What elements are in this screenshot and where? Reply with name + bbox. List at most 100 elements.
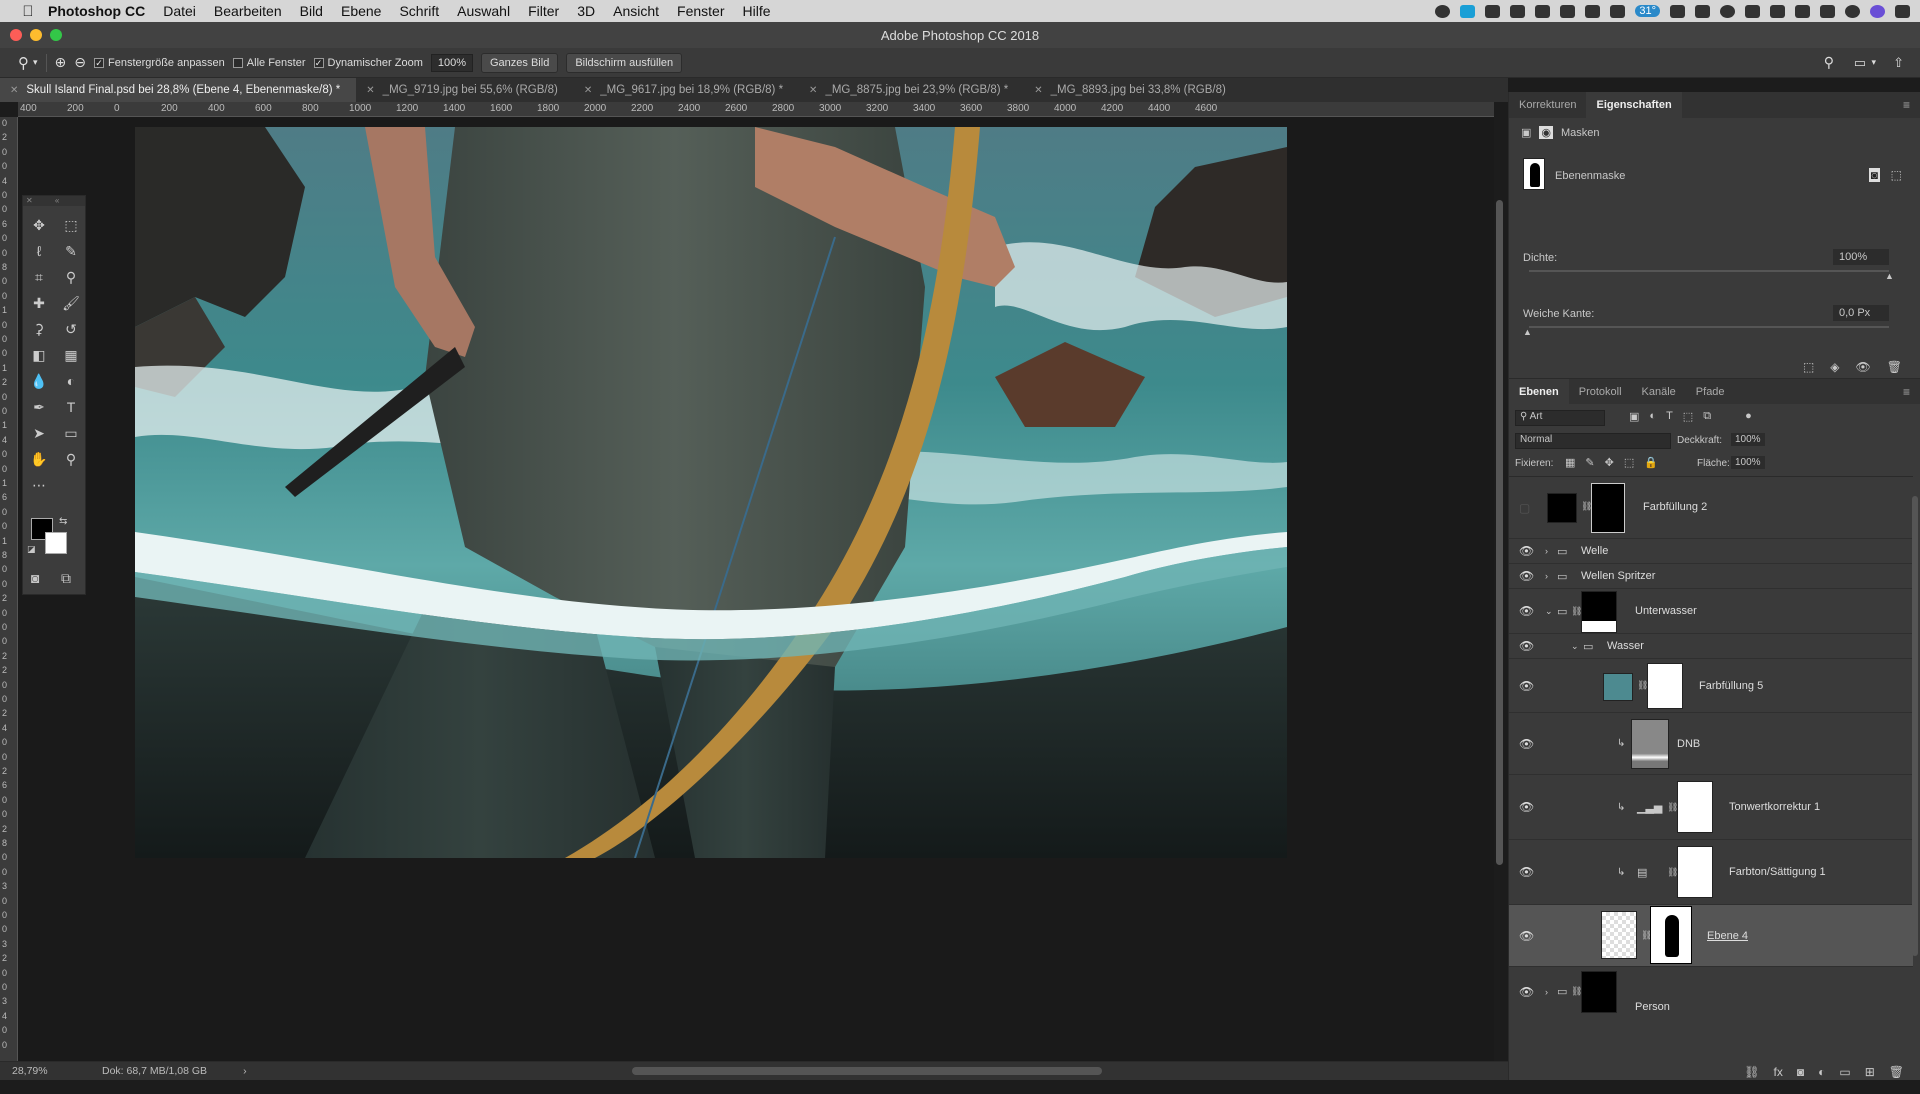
menu-datei[interactable]: Datei [163,3,196,19]
layer-row[interactable]: 👁 ⌄ ▭ ⛓ Unterwasser [1509,589,1913,634]
mask-icon[interactable]: ◉ [1539,126,1554,139]
layer-row-selected[interactable]: 👁 ⛓ Ebene 4 [1509,905,1913,967]
menu-schrift[interactable]: Schrift [399,3,439,19]
new-layer-icon[interactable]: ⊞ [1865,1065,1875,1079]
wifi-icon[interactable] [1770,4,1785,18]
horizontal-scrollbar[interactable] [632,1067,1102,1075]
feather-slider-track[interactable] [1529,326,1889,328]
swap-colors-icon[interactable]: ⇆ [59,516,67,527]
close-window-button[interactable] [10,29,22,41]
screen-mode-icon[interactable]: ⧉ [61,570,71,587]
vertical-scrollbar[interactable] [1496,200,1503,865]
canvas-area[interactable] [18,117,1494,1061]
eyedropper-tool-icon[interactable]: ⚲ [55,264,87,290]
expand-chevron-icon[interactable]: ⌄ [1545,606,1553,617]
zoom-level[interactable]: 28,79% [12,1065,92,1077]
toggle-mask-icon[interactable]: 👁 [1856,360,1871,374]
blur-tool-icon[interactable]: 💧 [23,368,55,394]
zoom-tool-icon[interactable]: ⚲ [55,446,87,472]
panel-menu-icon[interactable]: ≡ [1903,385,1910,399]
brush-tool-icon[interactable]: 🖌 [55,290,87,316]
bluetooth-icon[interactable] [1745,4,1760,18]
close-tab-icon[interactable]: ✕ [1034,85,1042,96]
menu-filter[interactable]: Filter [528,3,559,19]
tab-skull-island[interactable]: ✕ Skull Island Final.psd bei 28,8% (Ebene… [0,78,357,102]
quick-mask-icon[interactable]: ◙ [31,570,39,586]
density-field[interactable]: 100% [1833,249,1889,265]
apple-icon[interactable]:  [8,3,48,20]
expand-chevron-icon[interactable]: › [1545,987,1548,997]
filter-toggle-icon[interactable]: ● [1745,410,1752,423]
panel-menu-icon[interactable]: ≡ [1903,98,1910,112]
layer-row[interactable]: 👁 ↳ ▁▃▅ ⛓ Tonwertkorrektur 1 [1509,775,1913,840]
load-selection-icon[interactable]: ⬚ [1803,360,1814,374]
vector-mask-icon[interactable]: ⬚ [1891,168,1902,182]
quick-select-tool-icon[interactable]: ✎ [55,238,87,264]
menu-ebene[interactable]: Ebene [341,3,381,19]
horizontal-ruler[interactable]: 400 200 0 200 400 600 800 1000 1200 1400 1600 1800 2… [18,102,1494,117]
visibility-eye-icon[interactable]: 👁 [1519,737,1534,751]
airplay-icon[interactable] [1795,4,1810,18]
new-group-icon[interactable]: ▭ [1839,1065,1850,1079]
filter-shape-icon[interactable]: ⬚ [1683,410,1693,423]
menu-app[interactable]: Photoshop CC [48,3,145,19]
feather-slider-handle[interactable]: ▲ [1523,327,1532,337]
dynamic-zoom-checkbox[interactable]: ✓ Dynamischer Zoom [313,57,423,69]
tool-preset-chevron-icon[interactable]: ▾ [33,57,38,68]
close-tab-icon[interactable]: ✕ [584,85,592,96]
eraser-tool-icon[interactable]: ◧ [23,342,55,368]
workspace-icon[interactable]: ▭ [1854,55,1866,71]
vertical-ruler[interactable]: 0 2 0 0 4 0 0 6 0 0 8 0 0 1 0 0 0 1 2 0 0 1 4 0 0 1 6 0 0 1 8 0 0 2 0 0 0 2 2 0… [0,117,18,1061]
visibility-off-slot[interactable]: ▢ [1519,501,1530,515]
visibility-eye-icon[interactable]: 👁 [1519,639,1534,653]
expand-chevron-icon[interactable]: › [1545,571,1548,581]
lock-pixels-icon[interactable]: ✎ [1585,456,1594,469]
pixel-mask-icon[interactable]: ▣ [1521,126,1531,139]
density-slider-track[interactable] [1529,270,1889,272]
visibility-eye-icon[interactable]: 👁 [1519,544,1534,558]
car-icon[interactable] [1535,4,1551,18]
visibility-eye-icon[interactable]: 👁 [1519,604,1534,618]
lock-artboard-icon[interactable]: ⬚ [1624,456,1634,469]
cloud-icon[interactable] [1460,4,1476,18]
more-tools-icon[interactable]: ⋯ [23,472,55,498]
crop-tool-icon[interactable]: ⌗ [23,264,55,290]
layer-style-icon[interactable]: fx [1774,1065,1783,1079]
menu-hilfe[interactable]: Hilfe [743,3,771,19]
healing-tool-icon[interactable]: ✚ [23,290,55,316]
visibility-eye-icon[interactable]: 👁 [1519,800,1534,814]
all-windows-checkbox[interactable]: Alle Fenster [232,57,306,69]
lock-position-icon[interactable]: ✥ [1605,456,1614,469]
pen-tool-icon[interactable]: ✒ [23,394,55,420]
layer-row[interactable]: 👁 ↳ ▤ ⛓ Farbton/Sättigung 1 [1509,840,1913,905]
path-select-tool-icon[interactable]: ➤ [23,420,55,446]
hand-tool-icon[interactable]: ✋ [23,446,55,472]
background-color-swatch[interactable] [45,532,67,554]
expand-chevron-icon[interactable]: › [1545,546,1548,556]
record-icon[interactable] [1435,4,1451,18]
tab-protokoll[interactable]: Protokoll [1569,379,1632,405]
close-tab-icon[interactable]: ✕ [809,85,817,96]
menu-bild[interactable]: Bild [300,3,323,19]
layers-scrollbar[interactable] [1912,496,1918,956]
close-tab-icon[interactable]: ✕ [10,85,18,96]
feather-field[interactable]: 0,0 Px [1833,305,1889,321]
expand-chevron-icon[interactable]: ⌄ [1571,641,1579,652]
history-brush-tool-icon[interactable]: ↺ [55,316,87,342]
layer-filter-select[interactable]: ⚲ Art [1515,410,1605,426]
dodge-tool-icon[interactable]: ◐ [55,368,87,394]
document-canvas[interactable] [135,127,1287,858]
layer-row[interactable]: 👁 ⛓ Farbfüllung 5 [1509,659,1913,713]
search-icon[interactable] [1845,4,1860,18]
fit-screen-button[interactable]: Ganzes Bild [481,52,559,73]
fit-window-checkbox[interactable]: ✓ Fenstergröße anpassen [94,57,225,69]
filter-adjustment-icon[interactable]: ◐ [1649,410,1656,423]
menu-fenster[interactable]: Fenster [677,3,724,19]
tab-eigenschaften[interactable]: Eigenschaften [1586,92,1682,118]
layer-mask-thumbnail[interactable] [1523,158,1545,190]
layer-row[interactable]: ▢ ⛓ Farbfüllung 2 [1509,477,1913,539]
lasso-tool-icon[interactable]: ℓ [23,238,55,264]
menu-ansicht[interactable]: Ansicht [613,3,659,19]
tab-mg-8893[interactable]: ✕ _MG_8893.jpg bei 33,8% (RGB/8) [1024,78,1242,102]
zoom-tool-icon[interactable]: ⚲ [18,54,29,72]
